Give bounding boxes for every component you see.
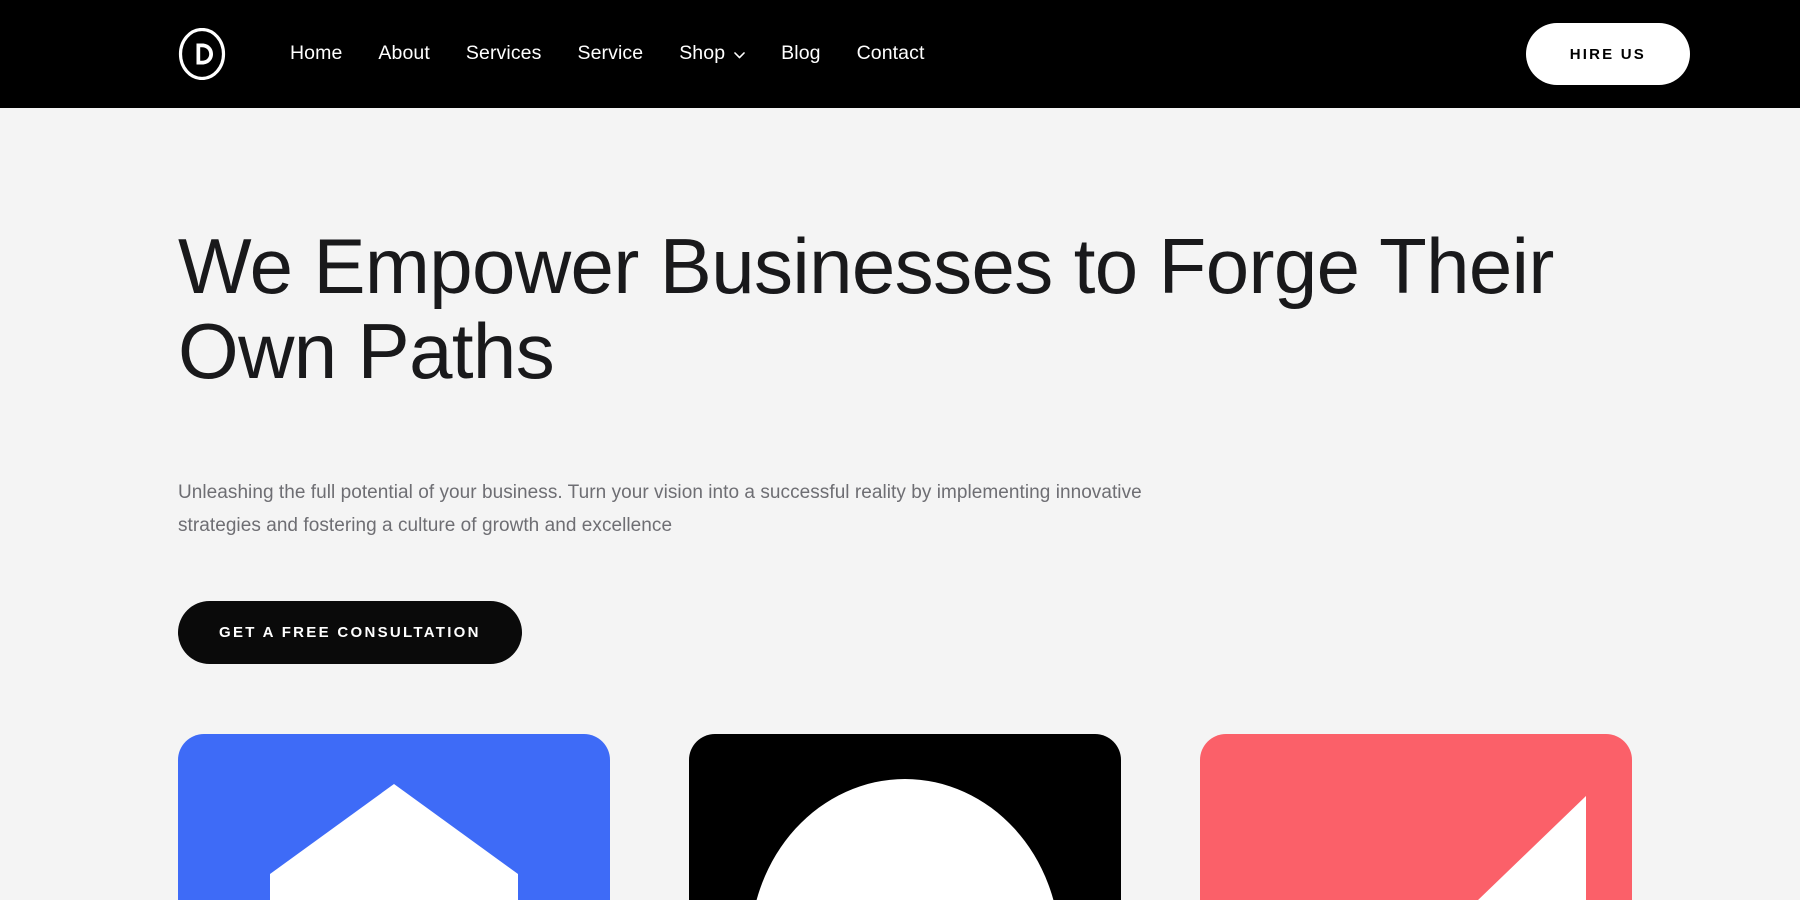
nav-label: Shop [679,42,726,65]
nav-item-shop[interactable]: Shop [661,44,763,64]
nav-item-service[interactable]: Service [559,44,661,64]
nav-item-about[interactable]: About [360,44,447,64]
nav-item-contact[interactable]: Contact [839,44,943,64]
card-coral-triangle[interactable] [1200,733,1632,900]
nav-label: Contact [856,42,925,65]
nav-label: Services [465,42,542,65]
hire-us-button[interactable]: HIRE US [1525,23,1690,85]
nav-item-home[interactable]: Home [272,44,360,64]
nav-item-services[interactable]: Services [448,44,560,64]
card-black-circle[interactable] [689,733,1121,900]
nav-label: Blog [781,42,821,65]
get-free-consultation-button[interactable]: GET A FREE CONSULTATION [178,600,522,664]
nav-label: About [378,42,430,65]
nav-item-blog[interactable]: Blog [763,44,838,64]
hero-section: We Empower Businesses to Forge Their Own… [0,108,1800,900]
nav-label: Home [290,42,343,65]
logo-link[interactable] [176,28,228,80]
divi-logo-icon [176,28,228,80]
site-header: Home About Services Service Shop Blog Co… [0,0,1800,108]
hero-subtitle: Unleashing the full potential of your bu… [178,482,1142,537]
nav-label: Service [577,42,644,65]
main-navigation: Home About Services Service Shop Blog Co… [272,44,943,64]
card-blue-house[interactable] [178,733,610,900]
page-title: We Empower Businesses to Forge Their Own… [178,222,1554,396]
chevron-down-icon [734,51,745,59]
feature-card-row [0,733,1800,900]
